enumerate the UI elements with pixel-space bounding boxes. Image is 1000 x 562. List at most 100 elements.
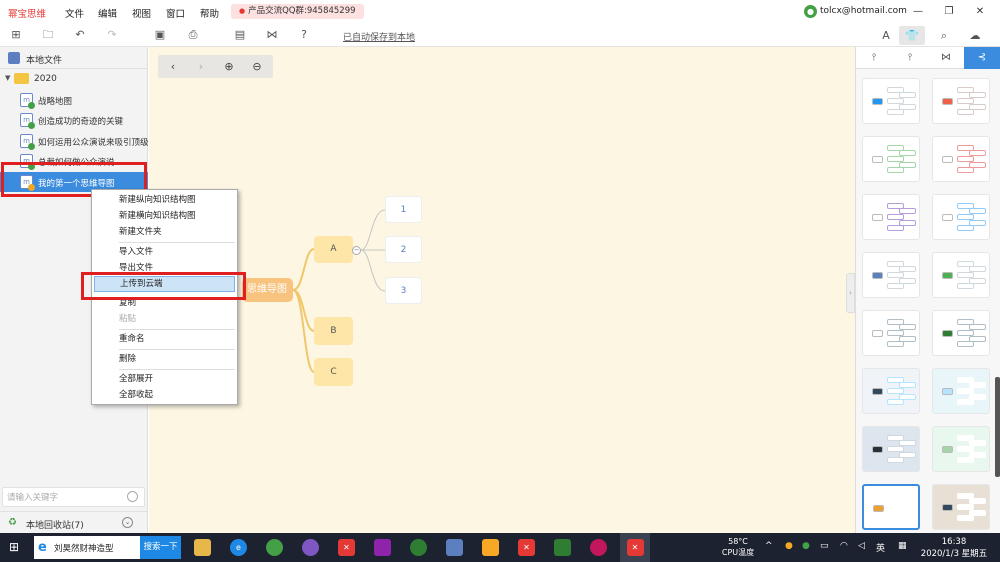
file-search-input[interactable] <box>7 491 122 504</box>
text-style-icon[interactable]: A <box>873 26 899 45</box>
theme-card[interactable] <box>862 252 920 298</box>
music-app-icon[interactable] <box>590 539 607 556</box>
theme-card[interactable] <box>862 78 920 124</box>
menu-edit[interactable]: 编辑 <box>98 6 117 20</box>
file-item[interactable]: m 战略地图 <box>0 90 148 110</box>
menu-view[interactable]: 视图 <box>132 6 151 20</box>
leaf-node-1[interactable]: 1 <box>385 196 422 223</box>
recycle-bin[interactable]: ♻ 本地回收站(7) ⌄ <box>0 511 148 533</box>
mindmap-right-icon[interactable]: ⊰ <box>964 47 1000 69</box>
chevron-down-icon[interactable]: ⌄ <box>122 517 133 528</box>
tray-app-icon[interactable]: ● <box>802 541 810 551</box>
taskbar-search[interactable]: e 刘昊然财神造型 <box>34 536 140 559</box>
theme-card[interactable] <box>862 368 920 414</box>
redo-icon[interactable]: ↷ <box>104 27 120 43</box>
branch-node-c[interactable]: C <box>314 358 353 386</box>
menu-delete[interactable]: 删除 <box>92 351 237 367</box>
xmind-icon[interactable]: ✕ <box>518 539 535 556</box>
cloud-icon[interactable]: ☁ <box>962 26 988 45</box>
menu-new-horizontal-map[interactable]: 新建横向知识结构图 <box>92 208 237 224</box>
user-avatar-icon[interactable]: ● <box>804 5 817 18</box>
share-icon[interactable]: ⋈ <box>264 27 280 43</box>
theme-card[interactable] <box>932 252 990 298</box>
system-clock[interactable]: 16:38 2020/1/3 星期五 <box>918 536 990 560</box>
qq-group-badge[interactable]: ● 产品交流QQ群:945845299 <box>231 4 364 19</box>
root-node[interactable]: 思维导图 <box>242 278 293 302</box>
xmind-icon[interactable]: ✕ <box>338 539 355 556</box>
paint-app-icon[interactable] <box>446 539 463 556</box>
mindmap-canvas[interactable]: ‹ › ⊕ ⊖ 思维导图 A − B C 1 2 3 › <box>149 47 855 533</box>
menu-new-vertical-map[interactable]: 新建纵向知识结构图 <box>92 192 237 208</box>
volume-icon[interactable]: ◁ <box>858 541 865 551</box>
design-app-icon[interactable] <box>374 539 391 556</box>
chart-app-icon[interactable] <box>554 539 571 556</box>
theme-card[interactable] <box>932 310 990 356</box>
sync-app-icon[interactable] <box>410 539 427 556</box>
tools-app-icon[interactable] <box>482 539 499 556</box>
theme-card[interactable] <box>862 484 920 530</box>
mindmap-both-icon[interactable]: ⋈ <box>928 47 964 69</box>
ime-indicator[interactable]: 英 <box>876 541 885 554</box>
new-file-icon[interactable]: ⊞ <box>8 27 24 43</box>
close-icon[interactable]: ✕ <box>972 4 988 20</box>
search-icon[interactable]: ⌕ <box>931 26 957 45</box>
menu-collapse-all[interactable]: 全部收起 <box>92 387 237 403</box>
file-item[interactable]: m 如何运用公众演说来吸引顶级 <box>0 131 148 151</box>
notifications-icon[interactable]: ▦ <box>898 541 907 551</box>
search-icon[interactable] <box>127 491 138 502</box>
leaf-node-2[interactable]: 2 <box>385 236 422 263</box>
branch-node-a[interactable]: A <box>314 236 353 263</box>
menu-window[interactable]: 窗口 <box>166 6 185 20</box>
ie-browser-icon[interactable]: e <box>230 539 247 556</box>
theme-card[interactable] <box>932 194 990 240</box>
theme-card[interactable] <box>932 368 990 414</box>
tree-down-icon[interactable]: ⫯ <box>856 47 892 69</box>
taskbar-search-button[interactable]: 搜索一下 <box>140 536 181 559</box>
user-email[interactable]: tolcx@hotmail.com <box>820 6 907 16</box>
collapse-icon[interactable]: − <box>352 246 361 255</box>
theme-card[interactable] <box>862 310 920 356</box>
undo-icon[interactable]: ↶ <box>72 27 88 43</box>
theme-card[interactable] <box>932 426 990 472</box>
menu-help[interactable]: 帮助 <box>200 6 219 20</box>
battery-icon[interactable]: ▭ <box>820 541 829 551</box>
local-files-header[interactable]: 本地文件 <box>0 47 148 69</box>
theme-shirt-icon[interactable]: 👕 <box>899 26 925 45</box>
minimize-icon[interactable]: — <box>910 4 926 20</box>
app-icon[interactable] <box>302 539 319 556</box>
theme-card[interactable] <box>862 194 920 240</box>
file-item[interactable]: m 创造成功的奇迹的关键 <box>0 110 148 130</box>
menu-expand-all[interactable]: 全部展开 <box>92 371 237 387</box>
wechat-icon[interactable] <box>266 539 283 556</box>
theme-card[interactable] <box>862 136 920 182</box>
wifi-icon[interactable]: ◠ <box>840 541 848 551</box>
theme-card[interactable] <box>932 136 990 182</box>
theme-card[interactable] <box>932 78 990 124</box>
theme-card[interactable] <box>932 484 990 530</box>
folder-2020[interactable]: ▼ 2020 <box>0 69 148 89</box>
print-icon[interactable]: ⎙ <box>185 27 201 43</box>
image-icon[interactable]: ▣ <box>152 27 168 43</box>
tree-down-alt-icon[interactable]: ⫯ <box>892 47 928 69</box>
tray-app-icon[interactable]: ● <box>785 541 793 551</box>
maximize-icon[interactable]: ❐ <box>941 4 957 20</box>
menu-file[interactable]: 文件 <box>65 6 84 20</box>
scrollbar[interactable] <box>995 377 1000 477</box>
theme-card[interactable] <box>862 426 920 472</box>
expand-arrow-icon[interactable]: ▼ <box>5 74 10 82</box>
file-explorer-icon[interactable] <box>194 539 211 556</box>
panel-collapse-icon[interactable]: › <box>846 273 855 313</box>
branch-node-b[interactable]: B <box>314 317 353 345</box>
windows-start-icon[interactable]: ⊞ <box>9 541 22 554</box>
menu-paste[interactable]: 粘贴 <box>92 311 237 327</box>
mindmap-app-taskbar[interactable]: ✕ <box>620 533 650 562</box>
menu-import-file[interactable]: 导入文件 <box>92 244 237 260</box>
menu-rename[interactable]: 重命名 <box>92 331 237 347</box>
help-icon[interactable]: ? <box>296 27 312 43</box>
autosave-status[interactable]: 已自动保存到本地 <box>343 30 415 43</box>
leaf-node-3[interactable]: 3 <box>385 277 422 304</box>
chevron-up-icon[interactable]: ^ <box>765 541 773 551</box>
open-folder-icon[interactable]: 🗀 <box>40 27 56 43</box>
menu-new-folder[interactable]: 新建文件夹 <box>92 224 237 240</box>
note-icon[interactable]: ▤ <box>232 27 248 43</box>
